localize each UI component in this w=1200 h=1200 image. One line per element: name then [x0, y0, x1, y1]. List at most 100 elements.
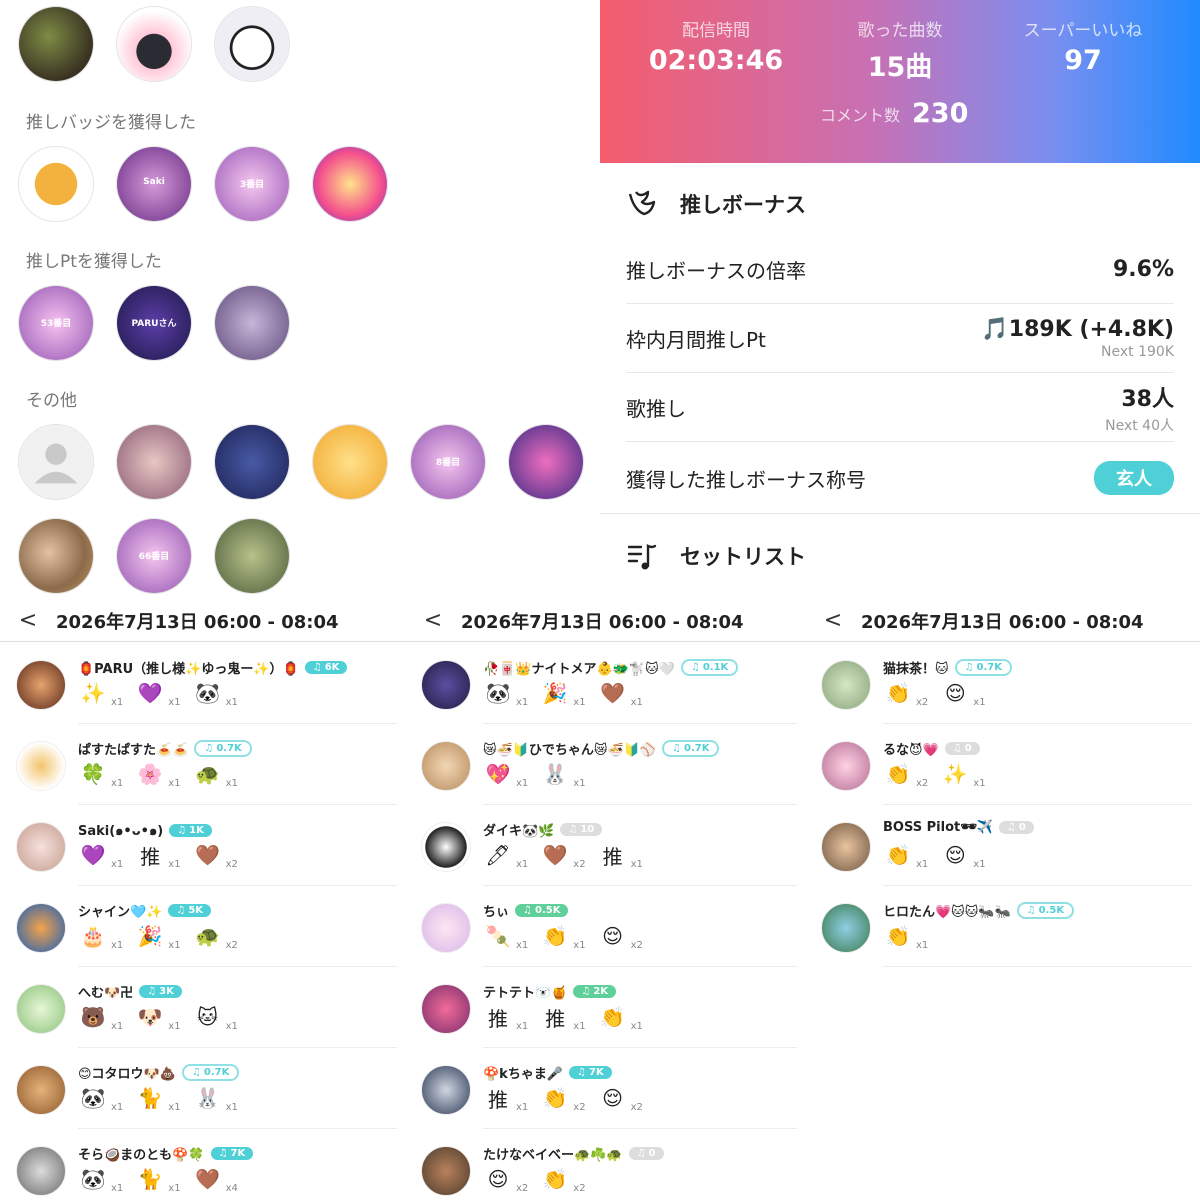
gift-list: 推 x1 推 x1 👏 x1 — [483, 1002, 643, 1032]
gift-list-item[interactable]: へむ🐶卍 ♫ 3K 🐻 x1 🐶 x1 🐱 x1 — [0, 968, 405, 1048]
gift-count: x2 — [630, 940, 643, 951]
avatar[interactable] — [421, 903, 471, 953]
gift-list: 推 x1 👏 x2 😌 x2 — [483, 1083, 643, 1113]
points-value: 10 — [580, 824, 595, 835]
user-name-line: へむ🐶卍 ♫ 3K — [78, 982, 182, 1001]
bonus-next: Next 40人 — [1105, 417, 1174, 434]
avatar[interactable] — [421, 741, 471, 791]
avatar[interactable] — [214, 285, 290, 361]
avatar[interactable] — [821, 741, 871, 791]
points-value: 0.7K — [216, 743, 242, 754]
gift-list-item[interactable]: テトテト🐻‍❄️🍯 ♫ 2K 推 x1 推 x1 👏 x1 — [405, 968, 805, 1048]
gift-list-item[interactable]: るな😈💗 ♫ 0 👏 x2 ✨ x1 — [805, 725, 1200, 805]
gift-count: x1 — [516, 697, 529, 708]
user-name-line: 猫抹茶！🐱 ♫ 0.7K — [883, 658, 1012, 677]
avatar[interactable] — [18, 6, 94, 82]
avatar[interactable] — [18, 146, 94, 222]
gift-list: 💜 x1 推 x1 🤎 x2 — [78, 840, 238, 870]
gift-list-item[interactable]: ヒロたん💗🐱🐱🐜🐜 ♫ 0.5K 👏 x1 — [805, 887, 1200, 967]
gift-list-item[interactable]: 🥀🀄👑ナイトメア👶🐲🐩🐱🤍 ♫ 0.1K 🐼 x1 🎉 x1 🤎 x1 — [405, 644, 805, 724]
gift-list-item[interactable]: Saki(๑•ᴗ•๑) ♫ 1K 💜 x1 推 x1 🤎 x2 — [0, 806, 405, 886]
points-tag: ♫ 0 — [998, 821, 1034, 834]
divider — [883, 966, 1192, 967]
avatar[interactable]: 53番目 — [18, 285, 94, 361]
avatar[interactable] — [214, 518, 290, 594]
avatar[interactable] — [16, 903, 66, 953]
gift-list-item[interactable]: 🏮PARU（推し様✨ゆっ鬼ー✨）🏮 ♫ 6K ✨ x1 💜 x1 🐼 x1 — [0, 644, 405, 724]
gift: 🐼 x1 — [483, 678, 529, 708]
divider — [78, 804, 397, 805]
avatar[interactable] — [421, 660, 471, 710]
divider — [78, 1128, 397, 1129]
user-name: そら🥥まのとも🍄🍀 — [78, 1148, 205, 1163]
gift-count: x1 — [111, 778, 124, 789]
points-tag: ♫ 1K — [169, 824, 212, 837]
avatar[interactable] — [214, 6, 290, 82]
user-name-line: 🏮PARU（推し様✨ゆっ鬼ー✨）🏮 ♫ 6K — [78, 658, 348, 677]
gift-list-item[interactable]: そら🥥まのとも🍄🍀 ♫ 7K 🐼 x1 🐈 x1 🤎 x4 — [0, 1130, 405, 1200]
gift-icon: 👏 — [600, 1005, 626, 1029]
avatar[interactable] — [821, 822, 871, 872]
back-icon[interactable]: < — [0, 608, 56, 633]
gift-icon: 🐈 — [137, 1167, 163, 1191]
avatar[interactable] — [16, 660, 66, 710]
default-avatar-icon[interactable] — [18, 424, 94, 500]
points-value: 0.7K — [684, 743, 710, 754]
stream-date: 2026年7月13日 06:00 - 08:04 — [56, 611, 339, 633]
avatar[interactable]: Saki — [116, 146, 192, 222]
avatar[interactable] — [18, 518, 94, 594]
avatar[interactable] — [16, 984, 66, 1034]
gift-list-item[interactable]: BOSS Pilot🕶✈️ ♫ 0 👏 x1 😌 x1 — [805, 806, 1200, 886]
avatar[interactable]: PARUさん — [116, 285, 192, 361]
avatar[interactable] — [312, 146, 388, 222]
points-tag: ♫ 0.7K — [181, 1064, 240, 1081]
avatar[interactable] — [508, 424, 584, 500]
avatar[interactable] — [16, 1146, 66, 1196]
avatar[interactable] — [16, 741, 66, 791]
avatar[interactable] — [116, 424, 192, 500]
gift-list-item[interactable]: 🍄kちゃま🎤 ♫ 7K 推 x1 👏 x2 😌 x2 — [405, 1049, 805, 1129]
points-value: 5K — [188, 905, 204, 916]
avatar[interactable] — [16, 1065, 66, 1115]
avatar[interactable] — [821, 660, 871, 710]
user-name: 🏮PARU（推し様✨ゆっ鬼ー✨）🏮 — [78, 662, 299, 677]
gift-count: x2 — [225, 940, 238, 951]
avatar[interactable]: 66番目 — [116, 518, 192, 594]
gift-count: x2 — [573, 859, 586, 870]
setlist-header[interactable]: セットリスト — [626, 540, 806, 572]
gift-list-item[interactable]: ダイキ🐼🌿 ♫ 10 🖊 x1 🤎 x2 推 x1 — [405, 806, 805, 886]
gift: 😌 x1 — [940, 678, 986, 708]
avatar[interactable]: 8番目 — [410, 424, 486, 500]
music-note-icon: ♫ — [176, 905, 186, 916]
avatar[interactable] — [421, 984, 471, 1034]
gift-list-item[interactable]: 😿🍜🔰ひでちゃん😿🍜🔰⚾ ♫ 0.7K 💖 x1 🐰 x1 — [405, 725, 805, 805]
gift: 👏 x1 — [883, 921, 929, 951]
gift-list-item[interactable]: 😊コタロウ🐶💩 ♫ 0.7K 🐼 x1 🐈 x1 🐰 x1 — [0, 1049, 405, 1129]
avatar[interactable] — [421, 1146, 471, 1196]
avatar[interactable] — [214, 424, 290, 500]
gift-list-item[interactable]: シャイン🩵✨ ♫ 5K 🎂 x1 🎉 x1 🐢 x2 — [0, 887, 405, 967]
avatar[interactable]: 3番目 — [214, 146, 290, 222]
avatar[interactable] — [16, 822, 66, 872]
gift-icon: 推 — [602, 844, 623, 869]
gift: 👏 x1 — [883, 840, 929, 870]
avatar[interactable] — [421, 822, 471, 872]
points-value: 0 — [648, 1148, 656, 1159]
avatar[interactable] — [116, 6, 192, 82]
user-name: ちぃ — [483, 905, 510, 920]
gift-list-item[interactable]: ぱすたぱすた🍝🍝 ♫ 0.7K 🍀 x1 🌸 x1 🐢 x1 — [0, 725, 405, 805]
points-value: 0.7K — [976, 662, 1002, 673]
avatar[interactable] — [421, 1065, 471, 1115]
gift-icon: 🐼 — [485, 681, 511, 705]
gift-icon: 🎂 — [80, 924, 106, 948]
stat-songs: 歌った曲数 15曲 — [800, 16, 1000, 84]
gift-list-item[interactable]: ちぃ ♫ 0.5K 🍡 x1 👏 x1 😌 x2 — [405, 887, 805, 967]
back-icon[interactable]: < — [405, 608, 461, 633]
back-icon[interactable]: < — [805, 608, 861, 633]
gift-list-item[interactable]: 猫抹茶！🐱 ♫ 0.7K 👏 x2 😌 x1 — [805, 644, 1200, 724]
avatar[interactable] — [312, 424, 388, 500]
divider — [883, 885, 1192, 886]
avatar[interactable] — [821, 903, 871, 953]
music-note-icon: ♫ — [581, 986, 591, 997]
gift-list-item[interactable]: たけなベイベー🐢☘️🐢 ♫ 0 😌 x2 👏 x2 — [405, 1130, 805, 1200]
